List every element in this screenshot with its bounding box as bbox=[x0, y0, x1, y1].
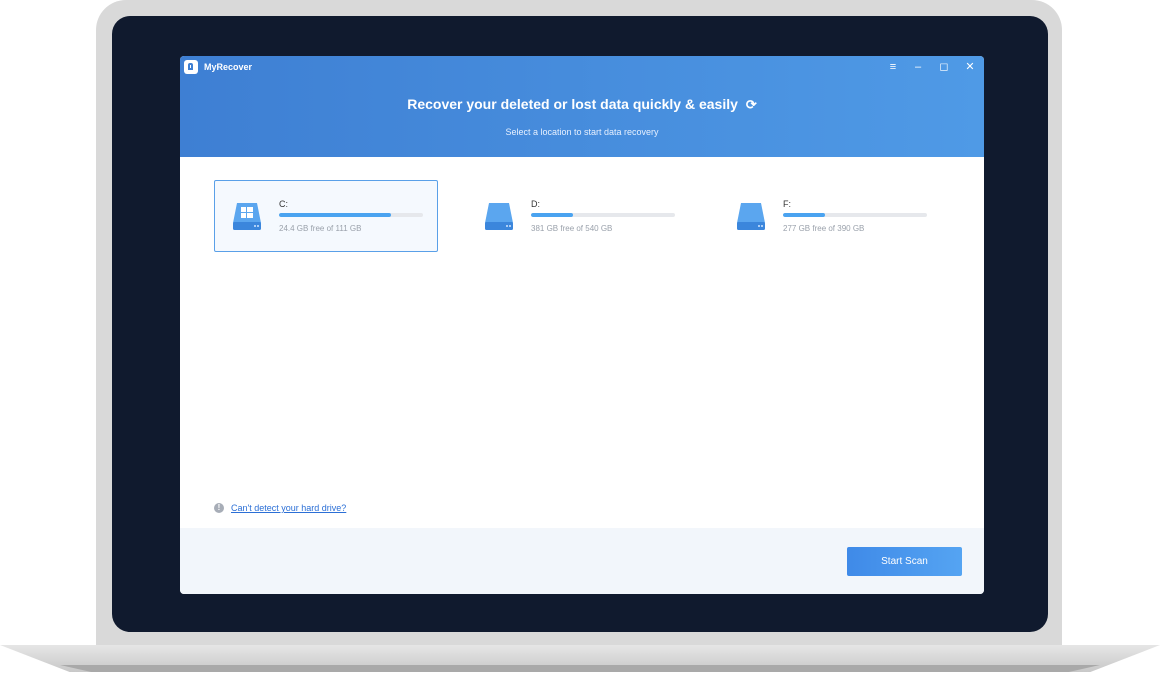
app-logo-icon bbox=[184, 60, 198, 74]
app-window: MyRecover ≡ – ◻ ✕ Recover your deleted o… bbox=[180, 56, 984, 594]
drive-card-c[interactable]: C: 24.4 GB free of 111 GB bbox=[214, 180, 438, 252]
drive-label: D: bbox=[531, 199, 540, 209]
drive-space-info: 277 GB free of 390 GB bbox=[783, 224, 865, 233]
help-link[interactable]: Can't detect your hard drive? bbox=[231, 503, 346, 513]
header-banner: MyRecover ≡ – ◻ ✕ Recover your deleted o… bbox=[180, 56, 984, 157]
drive-usage-fill bbox=[531, 213, 573, 217]
app-name: MyRecover bbox=[204, 62, 253, 72]
drive-usage-fill bbox=[783, 213, 825, 217]
drive-usage-bar bbox=[783, 213, 927, 217]
drive-usage-bar bbox=[279, 213, 423, 217]
maximize-icon[interactable]: ◻ bbox=[935, 60, 953, 74]
drive-label: C: bbox=[279, 199, 288, 209]
title-bar: MyRecover ≡ – ◻ ✕ bbox=[180, 56, 984, 78]
refresh-icon[interactable]: ⟳ bbox=[746, 97, 757, 113]
page-title: Recover your deleted or lost data quickl… bbox=[180, 96, 984, 113]
page-title-text: Recover your deleted or lost data quickl… bbox=[407, 96, 738, 112]
minimize-icon[interactable]: – bbox=[909, 60, 927, 74]
windows-drive-icon bbox=[233, 203, 261, 230]
close-icon[interactable]: ✕ bbox=[961, 60, 979, 74]
drive-usage-bar bbox=[531, 213, 675, 217]
footer-bar: Start Scan bbox=[180, 528, 984, 594]
drive-card-d[interactable]: D: 381 GB free of 540 GB bbox=[466, 180, 690, 252]
drive-label: F: bbox=[783, 199, 791, 209]
drive-icon bbox=[485, 203, 513, 230]
drive-space-info: 24.4 GB free of 111 GB bbox=[279, 224, 362, 233]
laptop-base-shadow bbox=[60, 665, 1100, 672]
menu-icon[interactable]: ≡ bbox=[884, 60, 902, 74]
page-subtitle: Select a location to start data recovery bbox=[505, 127, 659, 137]
drive-card-f[interactable]: F: 277 GB free of 390 GB bbox=[718, 180, 942, 252]
start-scan-button[interactable]: Start Scan bbox=[847, 547, 962, 576]
drive-usage-fill bbox=[279, 213, 392, 217]
drive-icon bbox=[737, 203, 765, 230]
drive-space-info: 381 GB free of 540 GB bbox=[531, 224, 613, 233]
info-icon: ! bbox=[214, 503, 224, 513]
